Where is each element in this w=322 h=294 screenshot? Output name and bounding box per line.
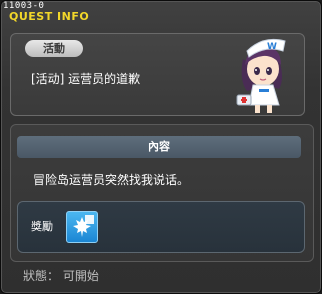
svg-text:W: W: [267, 42, 277, 52]
maple-leaf-glyph: [73, 215, 94, 237]
reward-label: 獎勵: [31, 220, 53, 233]
quest-info-window: 11003-0 QUEST INFO 活動 [活动] 运营员的道歉 W 內容 冒…: [0, 0, 322, 294]
npc-portrait: W: [236, 38, 286, 113]
content-header: 內容: [17, 136, 301, 158]
quest-status: 狀態： 可開始: [23, 269, 99, 283]
maple-leaf-icon[interactable]: [66, 211, 98, 243]
quest-name: [活动] 运营员的道歉: [31, 72, 141, 86]
quest-category-tag: 活動: [25, 40, 83, 57]
reward-box: [17, 201, 305, 253]
window-title: QUEST INFO: [9, 10, 90, 23]
quest-description: 冒险岛运营员突然找我说话。: [33, 173, 190, 187]
